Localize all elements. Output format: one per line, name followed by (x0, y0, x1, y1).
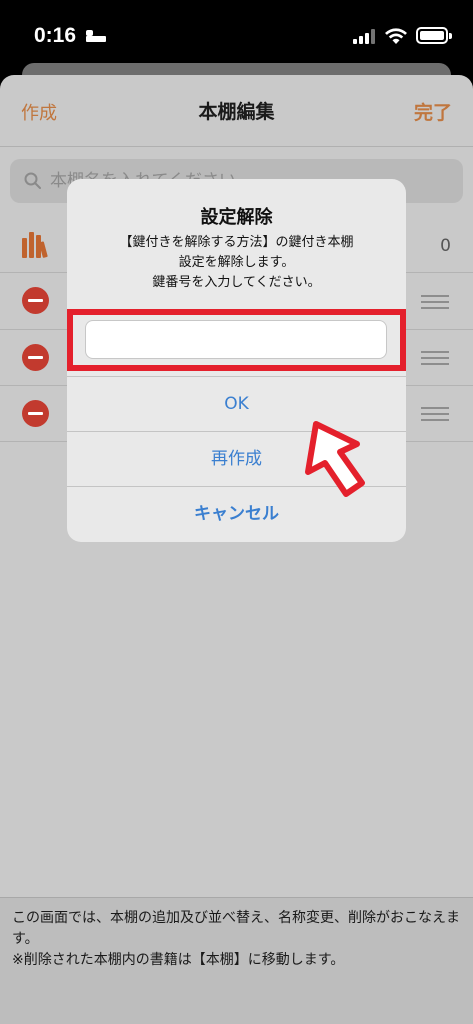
dialog-message: 【鍵付きを解除する方法】の鍵付き本棚 設定を解除します。 鍵番号を入力してくださ… (77, 233, 396, 293)
nav-divider (0, 146, 473, 147)
help-text: この画面では、本棚の追加及び並べ替え、名称変更、削除がおこなえます。 ※削除され… (12, 908, 464, 971)
status-bar: 0:16 (0, 0, 473, 72)
wifi-icon (385, 28, 407, 44)
reorder-handle-icon[interactable] (421, 351, 449, 365)
dialog-message-line-3: 鍵番号を入力してください。 (152, 275, 321, 290)
navigation-bar: 作成 本棚編集 完了 (0, 75, 473, 147)
dialog-message-line-2: 設定を解除します。 (178, 255, 295, 270)
help-footer: この画面では、本棚の追加及び並べ替え、名称変更、削除がおこなえます。 ※削除され… (0, 897, 473, 1024)
pointer-arrow-icon (305, 421, 365, 497)
delete-row-button[interactable] (22, 400, 49, 427)
dialog-title: 設定解除 (200, 207, 273, 228)
battery-icon (416, 27, 452, 44)
delete-row-button[interactable] (22, 344, 49, 371)
sleep-mode-icon (86, 30, 106, 42)
search-icon (24, 172, 41, 189)
cellular-signal-icon (353, 29, 375, 44)
delete-row-button[interactable] (22, 287, 49, 314)
dialog-message-line-1: 【鍵付きを解除する方法】の鍵付き本棚 (119, 235, 354, 250)
help-text-line-2: ※削除された本棚内の書籍は【本棚】に移動します。 (12, 952, 345, 968)
lock-number-field[interactable] (85, 320, 387, 359)
book-count: 0 (440, 236, 451, 256)
bookshelf-icon (22, 232, 48, 258)
reorder-handle-icon[interactable] (421, 407, 449, 421)
help-text-line-1: この画面では、本棚の追加及び並べ替え、名称変更、削除がおこなえます。 (12, 910, 460, 947)
reorder-handle-icon[interactable] (421, 295, 449, 309)
status-time: 0:16 (34, 24, 77, 47)
done-button[interactable]: 完了 (414, 98, 452, 125)
page-title: 本棚編集 (198, 101, 275, 123)
